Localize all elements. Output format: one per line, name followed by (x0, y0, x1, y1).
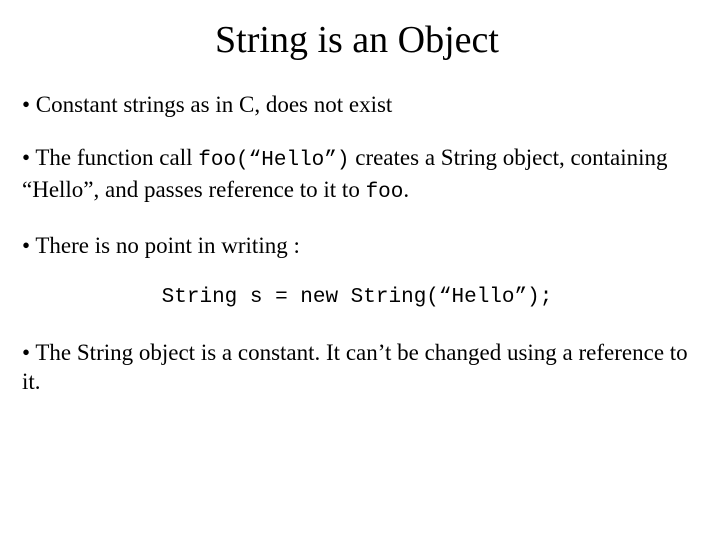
bullet-4: • The String object is a constant. It ca… (22, 338, 692, 397)
bullet-3: • There is no point in writing : (22, 231, 692, 260)
bullet-2-text-c: . (403, 177, 409, 202)
slide: String is an Object • Constant strings a… (0, 0, 720, 540)
bullet-2-code-2: foo (366, 181, 404, 204)
slide-body: • Constant strings as in C, does not exi… (22, 90, 692, 396)
bullet-2-text-a: • The function call (22, 145, 198, 170)
bullet-1: • Constant strings as in C, does not exi… (22, 90, 692, 119)
bullet-2: • The function call foo(“Hello”) creates… (22, 143, 692, 207)
code-example: String s = new String(“Hello”); (22, 285, 692, 312)
slide-title: String is an Object (22, 18, 692, 62)
bullet-2-code-1: foo(“Hello”) (198, 149, 349, 172)
